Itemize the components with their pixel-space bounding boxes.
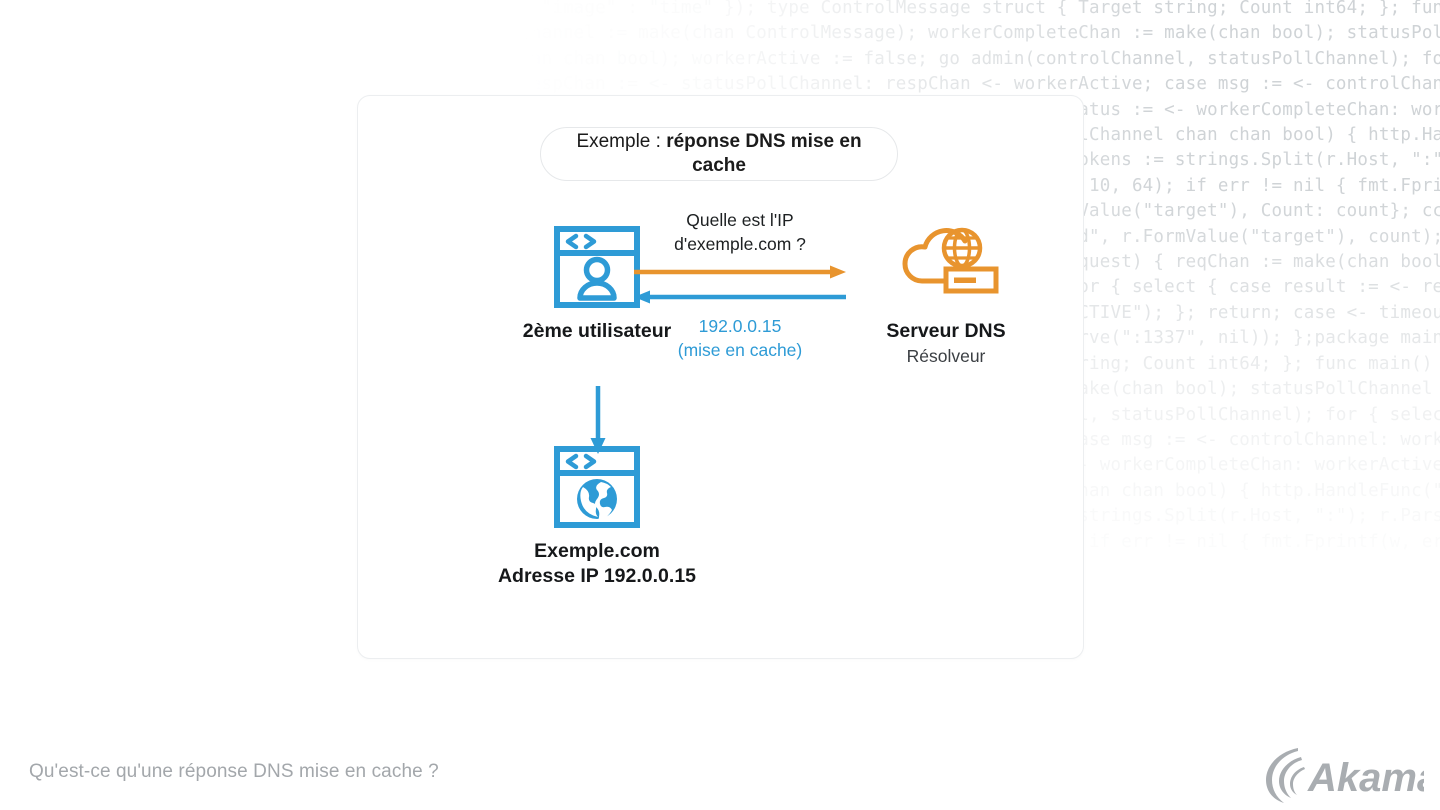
node-website: Exemple.com Adresse IP 192.0.0.15: [412, 441, 782, 589]
dns-query-label: Quelle est l'IP d'exemple.com ?: [674, 210, 806, 254]
diagram-title-pill: Exemple : réponse DNS mise en cache: [540, 127, 898, 181]
diagram-title-text: Exemple : réponse DNS mise en cache: [557, 130, 881, 178]
page-caption: Qu'est-ce qu'une réponse DNS mise en cac…: [29, 761, 439, 782]
node-website-label-line1: Exemple.com: [534, 540, 660, 562]
cloud-dns-server-icon: [902, 227, 999, 294]
diagram-title-prefix: Exemple :: [576, 131, 667, 152]
dns-response-label: 192.0.0.15 (mise en cache): [677, 316, 803, 360]
browser-user-icon: [554, 226, 640, 308]
diagram-card: Exemple : réponse DNS mise en cache 2ème…: [357, 95, 1084, 659]
browser-globe-icon: [554, 446, 640, 528]
diagram-title-strong: réponse DNS mise en cache: [666, 131, 862, 176]
node-website-icon-wrap: [412, 441, 782, 529]
dns-query-arrow: [630, 264, 850, 280]
akamai-logo-text: Akamai: [1307, 756, 1424, 800]
arrow-left-blue-icon: [634, 290, 846, 304]
arrow-right-orange-icon: [634, 265, 846, 279]
dns-response-arrow: [630, 289, 850, 305]
node-website-label-line2: Adresse IP 192.0.0.15: [497, 565, 697, 587]
akamai-logo-mark: Akamai: [1266, 748, 1440, 803]
akamai-logo: Akamai: [1264, 744, 1440, 806]
dns-exchange-arrows: Quelle est l'IP d'exemple.com ? 192.0.0.…: [630, 208, 850, 362]
